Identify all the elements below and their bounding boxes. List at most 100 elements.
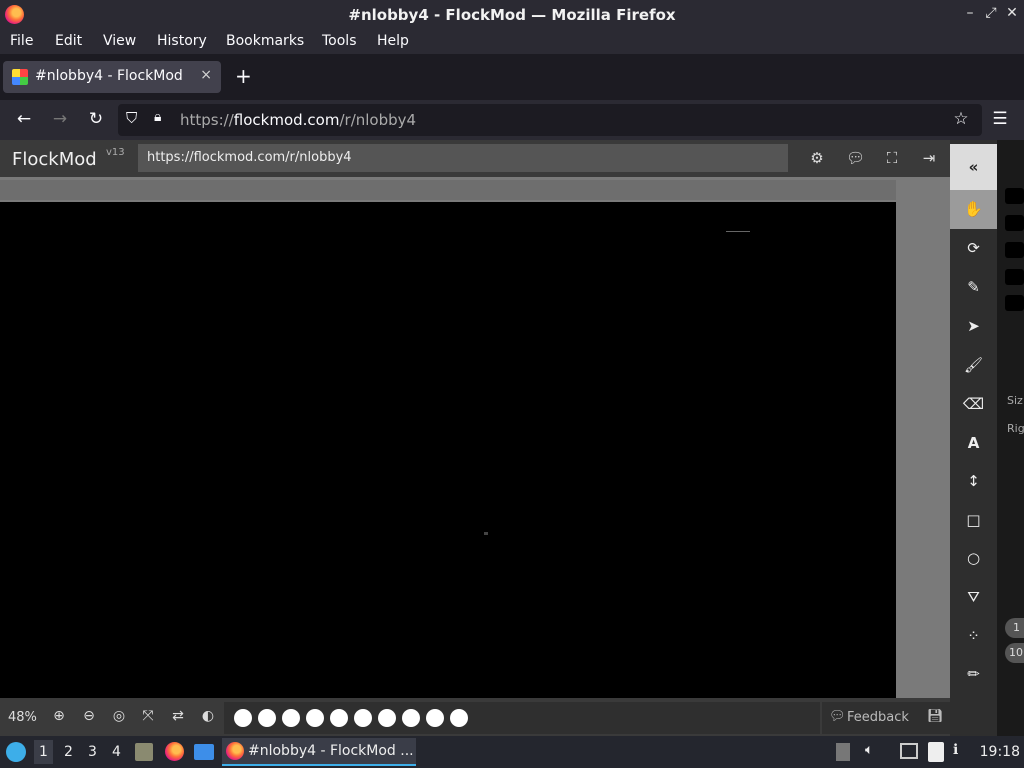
collapse-panel-icon[interactable]: « [950, 144, 997, 190]
app-header: FlockMod v13 https://flockmod.com/r/nlob… [0, 140, 950, 177]
flockmod-app: FlockMod v13 https://flockmod.com/r/nlob… [0, 140, 1024, 736]
browser-tab[interactable]: #nlobby4 - FlockMod × [3, 61, 221, 93]
reload-icon[interactable]: ↻ [85, 109, 107, 129]
zoom-out-icon[interactable]: ⊖ [80, 708, 98, 724]
url-bar[interactable]: ⛉ 🔒︎ https://flockmod.com/r/nlobby4 [118, 104, 982, 136]
taskbar-firefox-window[interactable]: #nlobby4 - FlockMod ... [222, 738, 416, 766]
panel-swatch[interactable] [1005, 269, 1024, 285]
color-swatch[interactable] [330, 709, 348, 727]
eyedropper-tool-icon[interactable]: ✎ [950, 268, 997, 307]
zoom-in-icon[interactable]: ⊕ [50, 708, 68, 724]
volume-icon[interactable]: 🔈︎ [865, 742, 873, 758]
window-title: #nlobby4 - FlockMod — Mozilla Firefox [348, 6, 676, 24]
right-label: Rig [1007, 422, 1024, 435]
lock-icon[interactable]: 🔒︎ [154, 109, 161, 125]
logout-icon[interactable]: ⇥ [920, 149, 938, 167]
network-icon[interactable] [900, 743, 918, 759]
firefox-icon [226, 742, 244, 760]
panel-swatch[interactable] [1005, 242, 1024, 258]
color-swatch[interactable] [306, 709, 324, 727]
size-chip[interactable]: 10 [1005, 643, 1024, 663]
back-icon[interactable]: ← [13, 109, 35, 129]
desktop-icon[interactable] [194, 744, 214, 760]
color-swatch[interactable] [234, 709, 252, 727]
center-view-icon[interactable]: ◎ [110, 708, 128, 724]
workspace-3[interactable]: 3 [88, 744, 97, 760]
chat-bubble-icon[interactable]: 💬︎ [846, 149, 865, 167]
panel-swatch[interactable] [1005, 215, 1024, 231]
start-menu-icon[interactable] [6, 742, 26, 762]
clipboard-icon[interactable] [836, 743, 850, 761]
maximize-button[interactable]: ⤢ [983, 5, 999, 21]
navigation-bar: ← → ↻ ⛉ 🔒︎ https://flockmod.com/r/nlobby… [0, 100, 1024, 140]
save-icon[interactable]: 💾︎ [927, 709, 944, 724]
forward-icon[interactable]: → [49, 109, 71, 129]
new-tab-button[interactable]: + [235, 64, 252, 88]
fullscreen-icon[interactable]: ⛶ [883, 149, 901, 167]
contrast-icon[interactable]: ◐ [199, 708, 217, 724]
hamburger-menu-icon[interactable]: ☰ [989, 109, 1011, 129]
window-titlebar: #nlobby4 - FlockMod — Mozilla Firefox – … [0, 0, 1024, 30]
canvas-stroke [726, 231, 750, 232]
panel-swatch[interactable] [1005, 295, 1024, 311]
tool-sidebar: « ✋ ⟳ ✎ ➤ 🖌 ⌫ A ↕ □ ○ ⛛ ⁘ ✏ [950, 140, 997, 736]
notes-icon[interactable] [928, 742, 944, 762]
brush-tool-icon[interactable]: 🖌 [950, 346, 997, 385]
size-chip[interactable]: 1 [1005, 618, 1024, 638]
close-window-button[interactable]: ✕ [1004, 5, 1020, 21]
flockmod-favicon-icon [12, 69, 28, 85]
menu-bookmarks[interactable]: Bookmarks [226, 33, 304, 49]
text-tool-icon[interactable]: A [950, 424, 997, 463]
bottom-toolbar: 48% ⊕ ⊖ ◎ ⤧ ⇄ ◐ 💬︎ Feedback 💾︎ [0, 698, 950, 736]
taskbar-window-label: #nlobby4 - FlockMod ... [248, 743, 414, 759]
menu-edit[interactable]: Edit [55, 33, 82, 49]
menu-help[interactable]: Help [377, 33, 409, 49]
shield-icon[interactable]: ⛉ [126, 109, 137, 127]
ellipse-tool-icon[interactable]: ○ [950, 539, 997, 578]
color-swatch[interactable] [258, 709, 276, 727]
menu-tools[interactable]: Tools [322, 33, 357, 49]
url-text: https://flockmod.com/r/nlobby4 [180, 111, 417, 129]
feedback-button[interactable]: 💬︎ Feedback 💾︎ [822, 702, 950, 734]
size-label: Siz [1007, 394, 1023, 407]
flip-icon[interactable]: ⇄ [169, 708, 187, 724]
eraser-tool-icon[interactable]: ⌫ [950, 385, 997, 424]
hand-tool-icon[interactable]: ✋ [950, 190, 997, 229]
workspace-1[interactable]: 1 [34, 740, 53, 764]
menu-view[interactable]: View [103, 33, 136, 49]
menu-history[interactable]: History [157, 33, 207, 49]
rectangle-tool-icon[interactable]: □ [950, 501, 997, 540]
canvas-dot [484, 532, 488, 535]
pointer-tool-icon[interactable]: ➤ [950, 307, 997, 346]
menu-file[interactable]: File [10, 33, 33, 49]
workspace-4[interactable]: 4 [112, 744, 121, 760]
color-swatch[interactable] [282, 709, 300, 727]
workspace-2[interactable]: 2 [64, 744, 73, 760]
room-url-field[interactable]: https://flockmod.com/r/nlobby4 [138, 144, 788, 172]
color-swatch[interactable] [426, 709, 444, 727]
rotate-tool-icon[interactable]: ⟳ [950, 229, 997, 268]
color-swatch[interactable] [450, 709, 468, 727]
minimize-button[interactable]: – [962, 5, 978, 21]
firefox-launcher-icon[interactable] [165, 742, 184, 761]
color-swatch[interactable] [378, 709, 396, 727]
drawing-canvas[interactable] [0, 202, 896, 698]
notification-icon[interactable]: ℹ︎ [953, 742, 958, 758]
resize-tool-icon[interactable]: ↕ [950, 462, 997, 501]
fill-bucket-tool-icon[interactable]: ⛛ [950, 578, 997, 617]
lasso-tool-icon[interactable]: ⁘ [950, 617, 997, 656]
file-manager-icon[interactable] [135, 743, 153, 761]
settings-gear-icon[interactable]: ⚙ [808, 149, 826, 167]
fit-screen-icon[interactable]: ⤧ [139, 708, 157, 724]
menu-bar: File Edit View History Bookmarks Tools H… [0, 30, 1024, 54]
color-swatch[interactable] [402, 709, 420, 727]
tab-close-icon[interactable]: × [200, 67, 212, 83]
side-panel: Siz Rig 1 10 [997, 140, 1024, 736]
pen-tool-icon[interactable]: ✏ [950, 655, 997, 694]
app-brand: FlockMod [12, 149, 97, 170]
bookmark-star-icon[interactable]: ☆ [950, 109, 972, 129]
taskbar: 1 2 3 4 #nlobby4 - FlockMod ... 🔈︎ ℹ︎ 19… [0, 736, 1024, 768]
panel-swatch[interactable] [1005, 188, 1024, 204]
color-swatch[interactable] [354, 709, 372, 727]
tab-bar: #nlobby4 - FlockMod × + [0, 54, 1024, 100]
